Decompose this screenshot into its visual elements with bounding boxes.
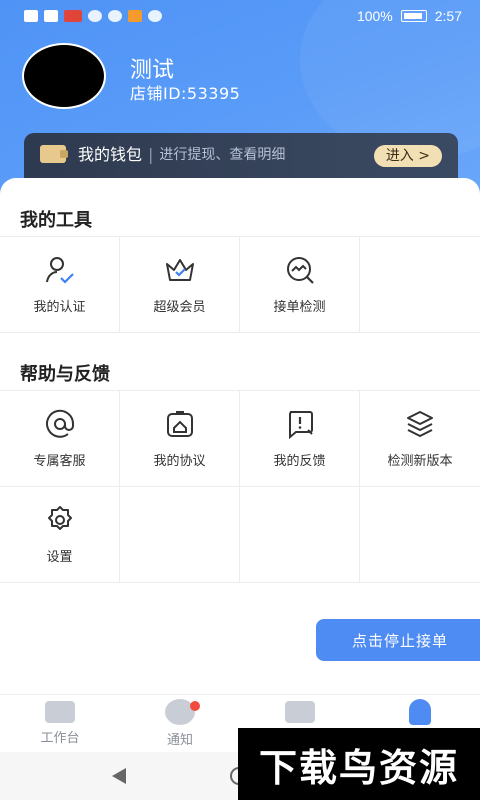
help-customer-service[interactable]: 专属客服 <box>0 391 120 487</box>
help-label: 检测新版本 <box>387 454 453 469</box>
app-notification-icon <box>64 10 82 22</box>
help-grid: 专属客服 我的协议 我的反馈 检测新版本 设置 <box>0 390 480 583</box>
help-label: 我的协议 <box>153 454 206 469</box>
shop-id: 店铺ID:53395 <box>130 84 241 103</box>
tool-super-vip[interactable]: 超级会员 <box>120 237 240 333</box>
tab-workbench[interactable]: 工作台 <box>0 695 120 752</box>
help-settings[interactable]: 设置 <box>0 487 120 583</box>
wallet-enter-button[interactable]: 进入 > <box>373 145 442 167</box>
help-section-title: 帮助与反馈 <box>20 364 110 385</box>
video-notification-icon <box>128 10 142 22</box>
wifi-icon <box>44 10 58 22</box>
clock: 2:57 <box>434 8 462 24</box>
user-verify-icon <box>45 257 74 284</box>
feedback-icon <box>288 411 313 440</box>
detect-icon <box>286 257 314 284</box>
empty-cell <box>120 487 240 583</box>
wallet-icon <box>40 145 68 163</box>
person-icon <box>409 699 431 725</box>
search-notification-icon <box>108 10 122 22</box>
tab-label: 工作台 <box>40 731 80 746</box>
layers-icon <box>407 411 433 437</box>
unread-badge <box>190 701 200 711</box>
tab-notifications[interactable]: 通知 <box>120 695 240 752</box>
empty-cell <box>240 487 360 583</box>
wallet-title: 我的钱包 <box>78 145 143 164</box>
tool-order-detection[interactable]: 接单检测 <box>240 237 360 333</box>
gear-icon <box>47 506 72 530</box>
watermark: 下载鸟资源 <box>238 728 480 800</box>
app-notification-icon <box>148 10 162 22</box>
battery-icon <box>400 10 427 22</box>
wallet-subtitle: 进行提现、查看明细 <box>159 147 286 163</box>
status-notification-icons <box>24 10 162 22</box>
stop-taking-orders-button[interactable]: 点击停止接单 <box>316 619 480 661</box>
help-my-feedback[interactable]: 我的反馈 <box>240 391 360 487</box>
tool-label: 超级会员 <box>153 300 206 315</box>
agreement-icon <box>166 411 193 437</box>
back-icon[interactable] <box>112 768 126 784</box>
empty-cell <box>360 487 480 583</box>
monitor-icon <box>45 701 75 723</box>
tool-my-verification[interactable]: 我的认证 <box>0 237 120 333</box>
status-bar: 100% 2:57 <box>0 0 480 32</box>
wallet-divider: | <box>148 145 154 164</box>
help-my-agreement[interactable]: 我的协议 <box>120 391 240 487</box>
tab-label: 通知 <box>166 733 193 748</box>
tools-grid: 我的认证 超级会员 接单检测 <box>0 236 480 333</box>
help-label: 我的反馈 <box>273 454 326 469</box>
tools-section-title: 我的工具 <box>20 210 92 231</box>
help-label: 设置 <box>46 550 73 565</box>
crown-icon <box>165 259 194 281</box>
battery-percent: 100% <box>356 8 393 24</box>
help-check-update[interactable]: 检测新版本 <box>360 391 480 487</box>
avatar[interactable] <box>22 43 106 109</box>
tool-label: 接单检测 <box>273 300 326 315</box>
tool-label: 我的认证 <box>33 300 86 315</box>
help-label: 专属客服 <box>33 454 86 469</box>
empty-cell <box>360 237 480 333</box>
at-sign-icon <box>45 409 74 438</box>
app-notification-icon <box>88 10 102 22</box>
list-icon <box>285 701 315 723</box>
notification-icon <box>24 10 38 22</box>
